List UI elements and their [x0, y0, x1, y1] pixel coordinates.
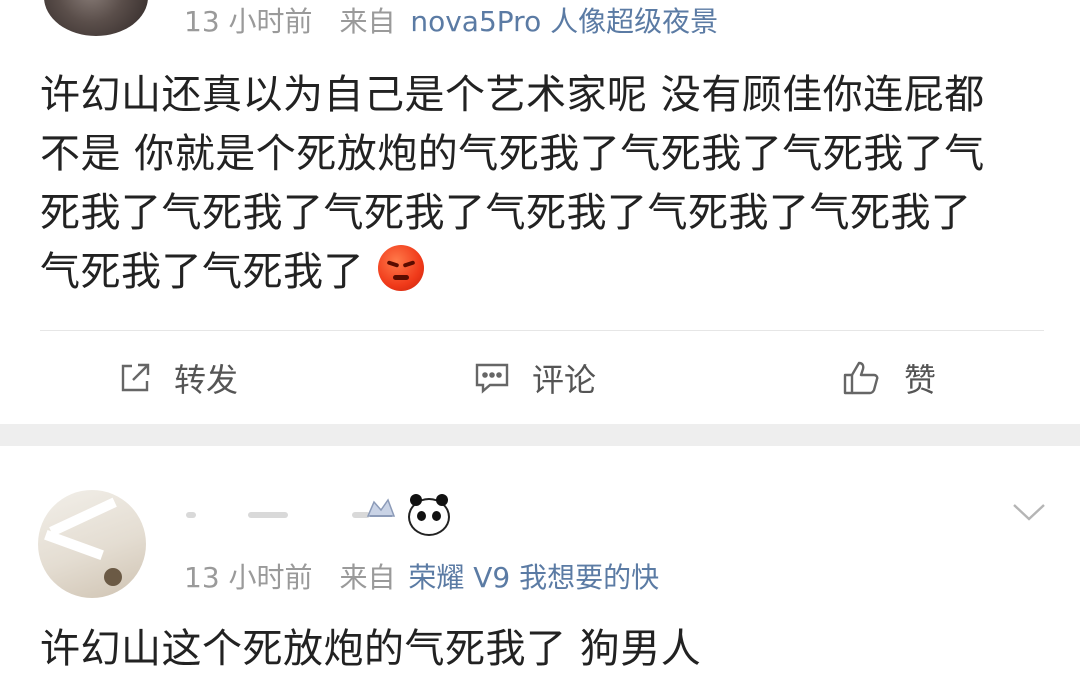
post-line-text: 气死我了气死我了 [40, 249, 364, 295]
weibo-post-2: 13 小时前 来自 荣耀 V9 我想要的快 许幻山这个死放炮的气死我了 狗男人 [0, 446, 1080, 696]
like-label: 赞 [904, 360, 937, 399]
post-line: 许幻山还真以为自己是个艺术家呢 没有顾佳你连屁都 [40, 72, 985, 118]
comment-icon [475, 363, 509, 394]
post-body: 许幻山这个死放炮的气死我了 狗男人 [40, 620, 1040, 679]
post-time: 13 小时前 [184, 561, 313, 594]
source-prefix: 来自 [339, 561, 396, 594]
like-button[interactable]: 赞 [842, 331, 936, 424]
source-prefix: 来自 [339, 5, 396, 38]
post-meta: 13 小时前 来自 nova5Pro 人像超级夜景 [184, 0, 718, 40]
share-icon [121, 363, 150, 391]
repost-button[interactable]: 转发 [118, 331, 238, 424]
post-line: 不是 你就是个死放炮的气死我了气死我了气死我了气 [40, 131, 985, 177]
repost-label: 转发 [174, 360, 239, 399]
comment-label: 评论 [532, 360, 597, 399]
comment-button[interactable]: 评论 [474, 331, 596, 424]
post-body: 许幻山还真以为自己是个艺术家呢 没有顾佳你连屁都 不是 你就是个死放炮的气死我了… [40, 66, 1040, 302]
weibo-post-1: 13 小时前 来自 nova5Pro 人像超级夜景 许幻山还真以为自己是个艺术家… [0, 0, 1080, 424]
post-line: 许幻山这个死放炮的气死我了 狗男人 [40, 626, 702, 672]
angry-face-icon [378, 245, 424, 291]
avatar[interactable] [44, 0, 148, 36]
username-blurred[interactable] [186, 512, 370, 518]
post-meta: 13 小时前 来自 荣耀 V9 我想要的快 [184, 556, 659, 596]
post-time: 13 小时前 [184, 5, 313, 38]
chevron-down-icon[interactable] [1012, 502, 1046, 522]
source-device-link[interactable]: 荣耀 V9 我想要的快 [408, 561, 659, 594]
post-line-last: 气死我了气死我了 [40, 243, 1040, 302]
panda-icon [408, 494, 450, 536]
member-badge-icon [366, 498, 396, 517]
thumbs-up-icon [843, 361, 879, 394]
source-device-link[interactable]: nova5Pro 人像超级夜景 [410, 5, 718, 38]
action-bar: 转发 评论 赞 [0, 331, 1080, 424]
avatar[interactable] [38, 490, 146, 598]
post-line: 死我了气死我了气死我了气死我了气死我了气死我了 [40, 190, 972, 236]
feed-separator [0, 424, 1080, 446]
